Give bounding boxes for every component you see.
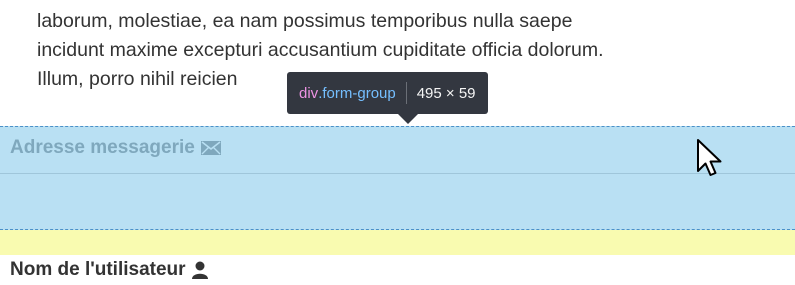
email-label: Adresse messagerie [10,137,221,159]
username-label: Nom de l'utilisateur [10,259,208,281]
form-group-highlight[interactable]: Adresse messagerie [0,126,795,230]
margin-highlight [0,230,795,255]
paragraph-line: incidunt maxime excepturi accusantium cu… [37,39,604,61]
user-icon [191,261,208,279]
tooltip-dimensions: 495 × 59 [416,84,476,102]
tooltip-class: .form-group [318,84,396,102]
paragraph-line: laborum, molestiae, ea nam possimus temp… [37,10,573,32]
email-input[interactable] [0,173,795,174]
envelope-icon [200,140,221,156]
mouse-cursor-icon [696,138,726,180]
devtools-tooltip: div .form-group 495 × 59 [287,72,488,114]
tooltip-arrow [398,114,418,124]
username-label-text: Nom de l'utilisateur [10,259,186,280]
tooltip-separator [405,82,407,104]
email-label-text: Adresse messagerie [10,137,195,158]
tooltip-tag: div [299,84,319,102]
